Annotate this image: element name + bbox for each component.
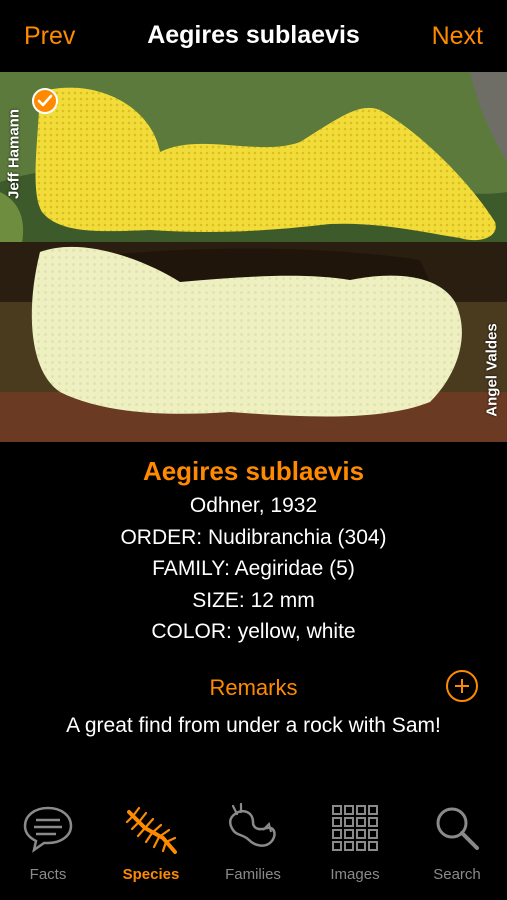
plus-circle-icon[interactable] bbox=[446, 670, 478, 702]
next-button[interactable]: Next bbox=[432, 22, 483, 51]
speech-bubble-icon bbox=[23, 806, 73, 853]
sea-slug-outline-icon bbox=[229, 802, 276, 847]
navigation-bar: Prev Aegires sublaevis Next bbox=[0, 0, 507, 72]
tab-label: Species bbox=[122, 866, 180, 883]
remarks-label: Remarks bbox=[209, 675, 298, 700]
species-info: Aegires sublaevis Odhner, 1932 ORDER: Nu… bbox=[0, 452, 507, 648]
species-photo[interactable] bbox=[0, 72, 507, 442]
tab-label: Search bbox=[433, 866, 481, 883]
species-color: COLOR: yellow, white bbox=[151, 620, 356, 643]
tab-label: Images bbox=[330, 866, 380, 883]
species-author: Odhner, 1932 bbox=[189, 494, 318, 517]
tab-bar: Facts Species Families Images Search bbox=[0, 790, 507, 900]
species-order: ORDER: Nudibranchia (304) bbox=[120, 525, 387, 549]
checkmark-icon[interactable] bbox=[32, 88, 58, 114]
tab-search[interactable]: Search bbox=[412, 800, 502, 890]
species-size: SIZE: 12 mm bbox=[192, 588, 315, 612]
nudibranch-icon bbox=[125, 806, 177, 854]
remarks-text: A great find from under a rock with Sam! bbox=[66, 714, 441, 737]
tab-families[interactable]: Families bbox=[208, 800, 298, 890]
search-icon bbox=[436, 807, 479, 850]
scientific-name: Aegires sublaevis bbox=[142, 456, 365, 486]
species-family: FAMILY: Aegiridae (5) bbox=[152, 557, 355, 580]
nudibranch-photo-illustration bbox=[0, 72, 507, 442]
photo-credit-left: Jeff Hamann bbox=[5, 108, 23, 200]
tab-label: Facts bbox=[29, 866, 67, 883]
tab-images[interactable]: Images bbox=[310, 800, 400, 890]
tab-facts[interactable]: Facts bbox=[3, 800, 93, 890]
tab-species[interactable]: Species bbox=[106, 800, 196, 890]
prev-button[interactable]: Prev bbox=[24, 22, 75, 51]
grid-icon bbox=[332, 805, 378, 851]
photo-credit-right: Angel Valdes bbox=[483, 323, 501, 417]
tab-label: Families bbox=[225, 866, 281, 883]
